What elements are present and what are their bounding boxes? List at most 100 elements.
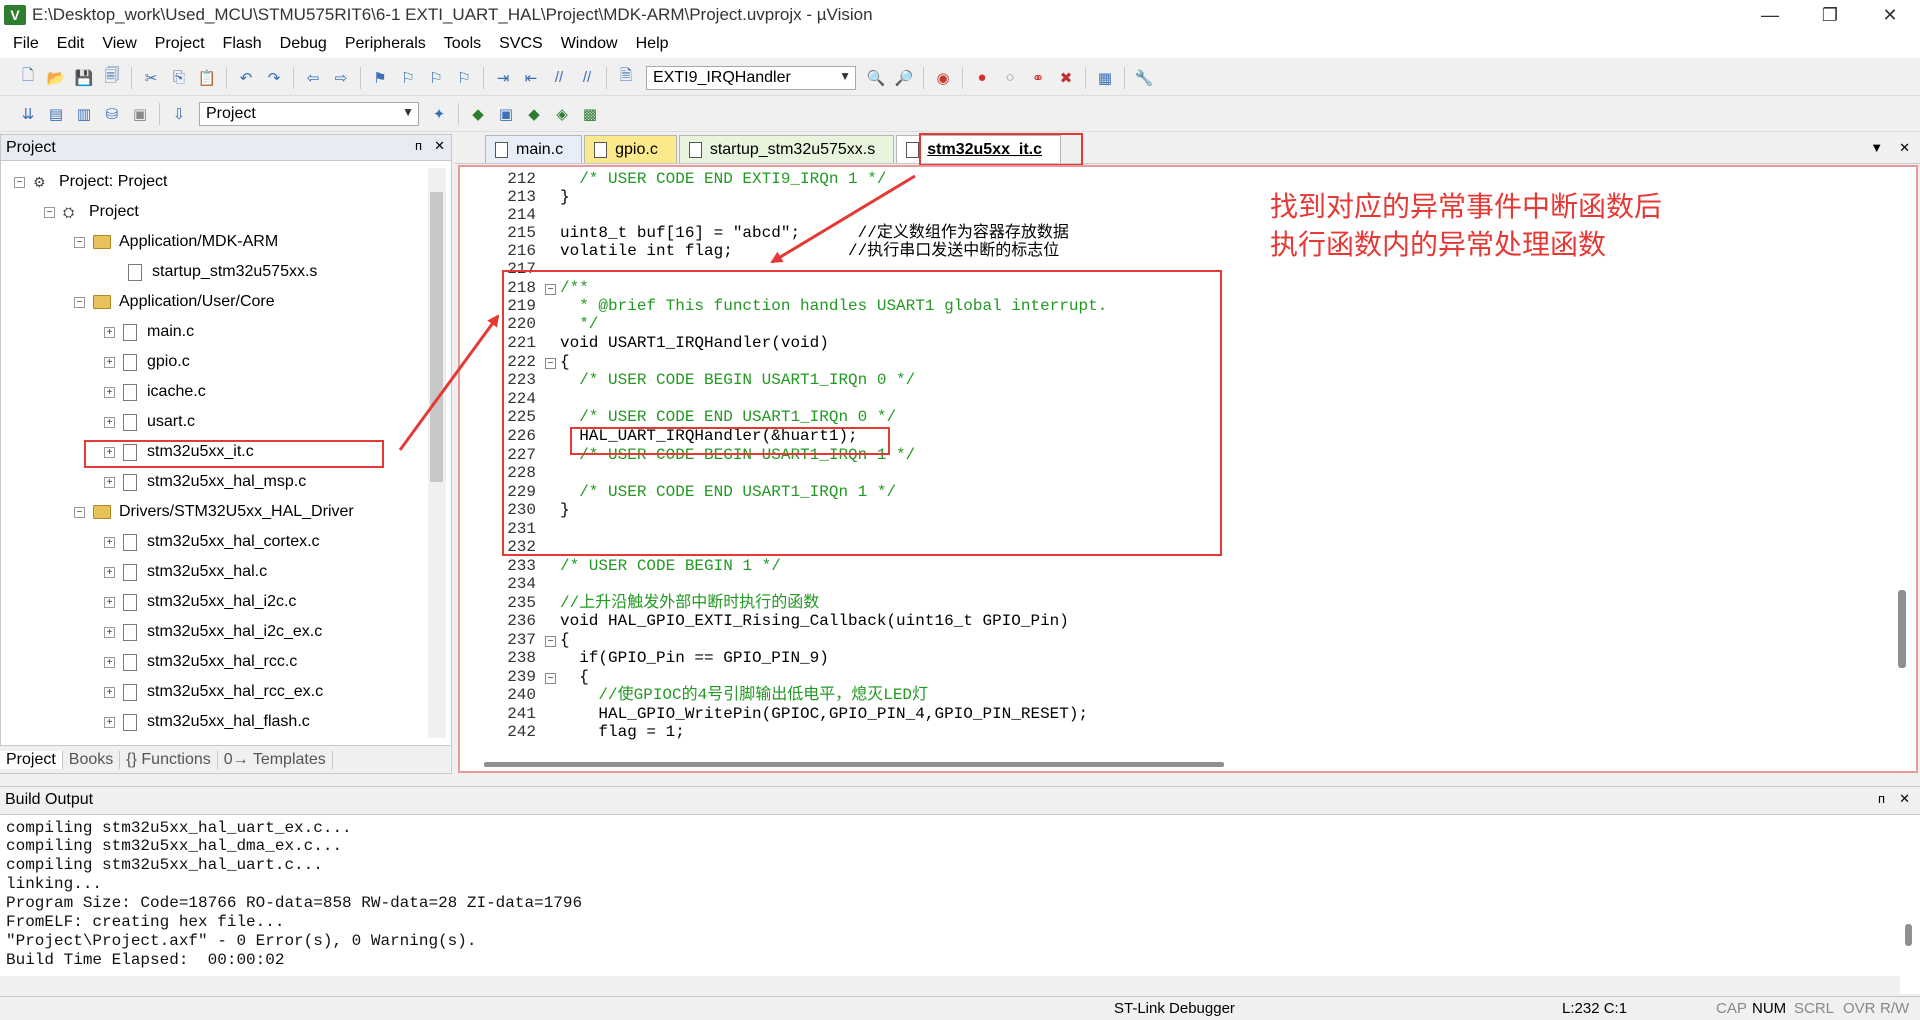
project-tree-scrollbar[interactable] [428,168,446,738]
close-tab-icon[interactable]: ✕ [1899,140,1910,156]
tab-menu-icon[interactable]: ▼ [1870,140,1883,156]
pin-icon[interactable]: ᴨ [415,138,422,154]
pack-installer-icon[interactable]: ◈ [551,103,573,125]
rebuild-icon[interactable]: ▥ [73,103,95,125]
tree-item-file[interactable]: + usart.c [104,410,195,434]
fold-toggle-icon[interactable]: − [545,673,556,684]
save-icon[interactable]: 💾 [73,67,95,89]
select-pack-icon[interactable]: ▩ [579,103,601,125]
save-all-icon[interactable]: 🗐 [101,67,123,89]
tab-main-c[interactable]: main.c [485,135,583,163]
tree-item-file[interactable]: + stm32u5xx_hal_flash.c [104,710,310,734]
editor-horizontal-scrollbar[interactable] [480,759,1916,771]
expand-toggle-icon[interactable]: + [104,596,115,608]
tree-item-file[interactable]: + stm32u5xx_hal_rcc_ex.c [104,680,323,704]
next-bookmark-icon[interactable]: ⚐ [425,67,447,89]
expand-toggle-icon[interactable]: + [104,656,115,668]
tree-item-group[interactable]: − Application/MDK-ARM [74,230,278,254]
incremental-find-icon[interactable]: 🔎 [893,67,915,89]
fold-toggle-icon[interactable]: − [545,636,556,647]
translate-icon[interactable]: ⇊ [17,103,39,125]
unindent-icon[interactable]: ⇤ [520,67,542,89]
close-panel-icon[interactable]: ✕ [1899,791,1910,807]
copy-icon[interactable]: ⎘ [168,67,190,89]
menu-help[interactable]: Help [627,35,678,53]
expand-toggle-icon[interactable]: + [104,566,115,578]
expand-toggle-icon[interactable]: + [104,416,115,428]
redo-icon[interactable]: ↷ [263,67,285,89]
menu-debug[interactable]: Debug [271,35,336,53]
collapse-toggle-icon[interactable]: − [44,206,55,218]
tab-books[interactable]: Books [63,750,121,769]
tree-item-file[interactable]: + gpio.c [104,350,190,374]
configure-icon[interactable]: 🔧 [1133,67,1155,89]
batch-build-icon[interactable]: ⛁ [101,103,123,125]
tree-item-file[interactable]: + stm32u5xx_hal_i2c_ex.c [104,620,322,644]
tab-templates[interactable]: 0→ Templates [218,750,333,769]
disable-breakpoint-icon[interactable]: ○ [999,67,1021,89]
navigate-forward-icon[interactable]: ⇨ [330,67,352,89]
function-combo[interactable]: EXTI9_IRQHandler ▼ [646,65,856,90]
expand-toggle-icon[interactable]: + [104,716,115,728]
expand-toggle-icon[interactable]: + [104,386,115,398]
tree-item-group[interactable]: − Application/User/Core [74,290,275,314]
scrollbar-thumb[interactable] [484,762,1224,767]
close-panel-icon[interactable]: ✕ [434,138,445,154]
bookmark-icon[interactable]: ⚑ [369,67,391,89]
build-output-panel[interactable]: compiling stm32u5xx_hal_uart_ex.c... com… [0,814,1920,994]
minimize-button[interactable]: — [1740,0,1800,30]
collapse-toggle-icon[interactable]: − [74,506,85,518]
stop-build-icon[interactable]: ▣ [129,103,151,125]
tree-item-file[interactable]: startup_stm32u575xx.s [128,260,317,284]
tree-item-file[interactable]: + stm32u5xx_hal_i2c.c [104,590,296,614]
expand-toggle-icon[interactable]: + [104,476,115,488]
close-window-button[interactable]: ✕ [1860,0,1920,30]
cut-icon[interactable]: ✂ [140,67,162,89]
download-icon[interactable]: ⇩ [168,103,190,125]
menu-view[interactable]: View [93,35,145,53]
tree-item-file[interactable]: + stm32u5xx_hal_msp.c [104,470,306,494]
prev-bookmark-icon[interactable]: ⚐ [397,67,419,89]
collapse-toggle-icon[interactable]: − [74,296,85,308]
menu-peripherals[interactable]: Peripherals [336,35,435,53]
clear-bookmarks-icon[interactable]: ⚐ [453,67,475,89]
collapse-toggle-icon[interactable]: − [14,176,25,188]
find-in-files-icon[interactable]: 🗎 [615,67,637,89]
menu-file[interactable]: File [4,35,48,53]
tab-startup-s[interactable]: startup_stm32u575xx.s [678,135,895,163]
expand-toggle-icon[interactable]: + [104,356,115,368]
build-output-scrollbar-thumb[interactable] [1905,924,1912,946]
collapse-toggle-icon[interactable]: − [74,236,85,248]
tree-item-file[interactable]: + main.c [104,320,194,344]
tab-functions[interactable]: {} Functions [120,750,218,769]
expand-toggle-icon[interactable]: + [104,626,115,638]
navigate-back-icon[interactable]: ⇦ [302,67,324,89]
editor-vertical-scrollbar-thumb[interactable] [1898,590,1906,668]
menu-flash[interactable]: Flash [214,35,271,53]
indent-icon[interactable]: ⇥ [492,67,514,89]
expand-toggle-icon[interactable]: + [104,326,115,338]
file-extensions-icon[interactable]: ▣ [495,103,517,125]
expand-toggle-icon[interactable]: + [104,686,115,698]
paste-icon[interactable]: 📋 [196,67,218,89]
find-icon[interactable]: 🔍 [865,67,887,89]
debug-session-icon[interactable]: ◉ [932,67,954,89]
tab-gpio-c[interactable]: gpio.c [584,135,677,163]
menu-window[interactable]: Window [552,35,627,53]
tree-item-file[interactable]: + stm32u5xx_hal_cortex.c [104,530,320,554]
tree-item-file[interactable]: + stm32u5xx_hal.c [104,560,267,584]
uncomment-icon[interactable]: // [576,67,598,89]
build-output-horizontal-scrollbar[interactable] [0,976,1900,994]
tree-item-file[interactable]: + stm32u5xx_hal_rcc.c [104,650,297,674]
comment-icon[interactable]: // [548,67,570,89]
tab-project[interactable]: Project [0,750,63,769]
menu-project[interactable]: Project [146,35,214,53]
build-icon[interactable]: ▤ [45,103,67,125]
window-layout-icon[interactable]: ▦ [1094,67,1116,89]
tree-item-target[interactable]: − ⛭ Project [44,200,139,224]
undo-icon[interactable]: ↶ [235,67,257,89]
expand-toggle-icon[interactable]: + [104,536,115,548]
menu-tools[interactable]: Tools [435,35,490,53]
restore-button[interactable]: ❐ [1800,0,1860,30]
target-options-icon[interactable]: ✦ [428,103,450,125]
